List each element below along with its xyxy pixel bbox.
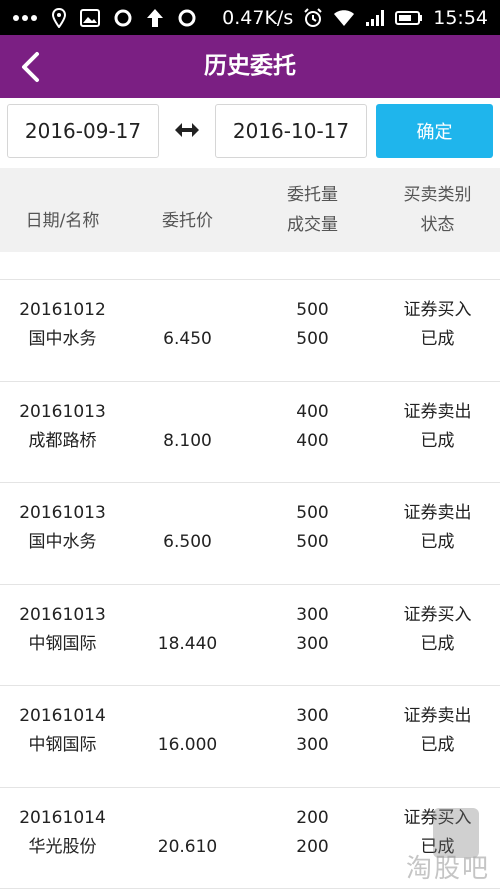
trade-type: 证券买入 [403,604,472,625]
order-state: 已成 [420,329,455,349]
order-date: 20161013 [19,401,106,422]
battery-icon [395,10,423,26]
deal-quantity: 500 [296,329,329,349]
header-price: 委托价 [162,211,213,231]
location-pin-icon [52,7,66,28]
stock-name: 国中水务 [28,532,97,552]
page-title: 历史委托 [204,53,296,79]
order-price: 20.610 [157,836,218,857]
circle-icon [178,9,196,27]
order-list[interactable]: 20161012 国中水务 6.450 500 500 证券买入 已成 2016… [0,252,500,889]
stock-name: 华光股份 [28,836,97,857]
network-speed: 0.47K/s [222,6,294,29]
upload-arrow-icon [146,8,164,28]
header-order-qty: 委托量 [287,185,338,205]
header-date-name: 日期/名称 [25,211,100,231]
table-row[interactable]: 20161013 中钢国际 18.440 300 300 证券买入 已成 [0,584,500,686]
table-row[interactable]: 20161012 国中水务 6.450 500 500 证券买入 已成 [0,280,500,382]
header-deal-qty: 成交量 [287,215,338,235]
order-quantity: 500 [296,300,329,320]
deal-quantity: 400 [296,430,329,451]
double-arrow-icon [175,123,199,137]
order-price: 6.500 [163,532,212,552]
table-header: 日期/名称 委托价 委托量 成交量 买卖类别 状态 [0,168,500,252]
more-dots-icon [12,14,38,22]
order-date: 20161013 [19,503,106,523]
order-quantity: 300 [296,604,329,625]
order-state: 已成 [420,430,455,451]
order-price: 16.000 [157,735,218,755]
stock-name: 中钢国际 [28,735,97,755]
order-price: 6.450 [163,329,212,349]
trade-type: 证券卖出 [403,401,472,422]
wifi-icon [333,9,355,27]
start-date-field[interactable]: 2016-09-17 [7,104,159,158]
watermark: 淘股吧 [405,854,490,884]
table-row[interactable]: 20161013 国中水务 6.500 500 500 证券卖出 已成 [0,483,500,585]
trade-type: 证券卖出 [403,503,472,523]
order-price: 8.100 [163,430,212,451]
end-date-field[interactable]: 2016-10-17 [215,104,367,158]
circle-icon [114,9,132,27]
navbar: 历史委托 [0,35,500,98]
order-date: 20161014 [19,706,106,726]
table-row[interactable]: 20161013 成都路桥 8.100 400 400 证券卖出 已成 [0,381,500,483]
chevron-left-icon [22,52,39,82]
header-trade-type: 买卖类别 [403,185,472,205]
order-date: 20161012 [19,300,106,320]
alarm-icon [303,7,323,28]
date-filter-bar: 2016-09-17 2016-10-17 确定 [0,98,500,168]
order-state: 已成 [420,532,455,552]
confirm-button[interactable]: 确定 [376,104,493,158]
stock-name: 中钢国际 [28,633,97,654]
status-bar: 0.47K/s 15:54 [0,0,500,35]
header-state: 状态 [420,215,455,235]
trade-type: 证券卖出 [403,706,472,726]
stock-name: 国中水务 [28,329,97,349]
order-quantity: 200 [296,807,329,828]
order-date: 20161014 [19,807,106,828]
header-type-state: 买卖类别 状态 [375,180,500,240]
deal-quantity: 500 [296,532,329,552]
deal-quantity: 300 [296,633,329,654]
stock-name: 成都路桥 [28,430,97,451]
order-quantity: 400 [296,401,329,422]
order-state: 已成 [420,633,455,654]
back-button[interactable] [10,49,50,85]
deal-quantity: 300 [296,735,329,755]
image-icon [80,8,100,27]
clock: 15:54 [433,6,488,29]
signal-icon [365,9,385,27]
header-quantity: 委托量 成交量 [250,180,375,240]
table-row[interactable]: 20161014 中钢国际 16.000 300 300 证券卖出 已成 [0,686,500,788]
order-quantity: 500 [296,503,329,523]
order-date: 20161013 [19,604,106,625]
order-price: 18.440 [157,633,218,654]
list-divider [0,252,500,280]
deal-quantity: 200 [296,836,329,857]
order-state: 已成 [420,735,455,755]
trade-type: 证券买入 [403,300,472,320]
order-quantity: 300 [296,706,329,726]
